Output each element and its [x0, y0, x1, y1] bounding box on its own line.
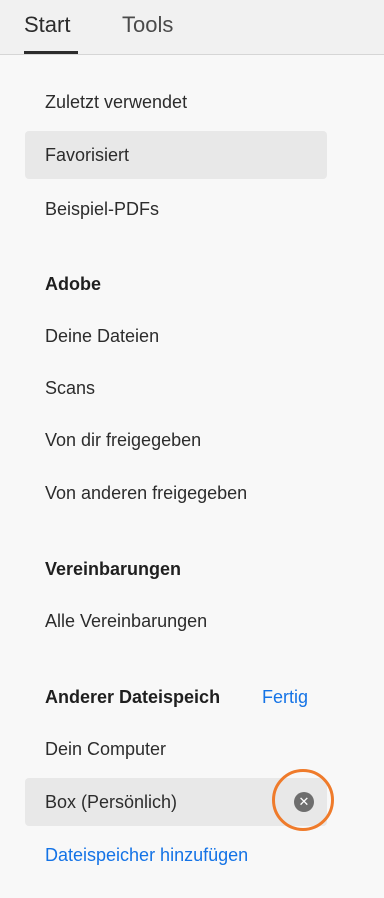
sidebar-item-scans[interactable]: Scans [25, 364, 327, 412]
section-heading-other-storage: Anderer Dateispeich [45, 687, 221, 707]
sidebar-item-your-computer[interactable]: Dein Computer [25, 725, 327, 773]
add-storage-link[interactable]: Dateispeicher hinzufügen [45, 845, 248, 866]
sidebar-item-shared-by-you[interactable]: Von dir freigegeben [25, 416, 327, 464]
tab-bar: Start Tools [0, 0, 384, 55]
done-link[interactable]: Fertig [262, 687, 308, 708]
sidebar-item-box-personal[interactable]: Box (Persönlich) [25, 778, 327, 826]
sidebar-item-recent[interactable]: Zuletzt verwendet [25, 78, 327, 126]
close-circle-icon[interactable]: ✕ [294, 792, 314, 812]
sidebar-item-shared-by-others[interactable]: Von anderen freigegeben [25, 469, 327, 517]
sidebar-item-sample-pdfs[interactable]: Beispiel-PDFs [25, 185, 327, 233]
tab-tools[interactable]: Tools [122, 12, 173, 38]
active-tab-indicator [24, 51, 78, 54]
section-heading-agreements: Vereinbarungen [45, 559, 182, 579]
sidebar-item-your-files[interactable]: Deine Dateien [25, 312, 327, 360]
sidebar-item-starred[interactable]: Favorisiert [25, 131, 327, 179]
sidebar-item-all-agreements[interactable]: Alle Vereinbarungen [25, 597, 327, 645]
section-heading-adobe: Adobe [45, 274, 101, 294]
tab-start[interactable]: Start [24, 12, 70, 38]
